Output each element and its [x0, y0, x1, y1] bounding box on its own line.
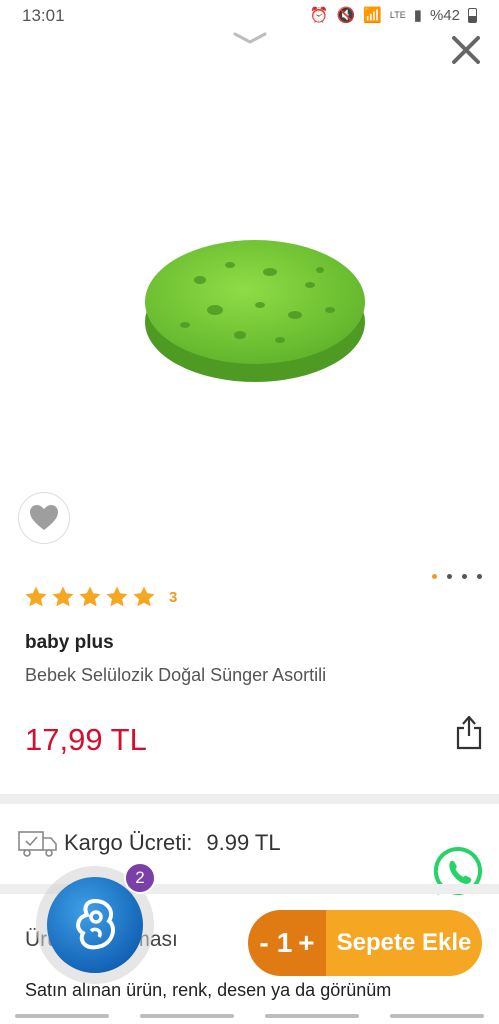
section-divider [0, 794, 499, 804]
description-text: Satın alınan ürün, renk, desen ya da gör… [25, 980, 392, 1000]
quantity-minus-button[interactable]: - [259, 927, 268, 959]
bottom-nav-hint [0, 1008, 499, 1024]
network-label: LTE [389, 10, 406, 20]
add-to-cart-button[interactable]: Sepete Ekle [326, 910, 482, 976]
notification-badge: 2 [124, 862, 156, 894]
mute-icon: 🔇 [336, 7, 356, 24]
nav-bar-segment [15, 1014, 110, 1018]
alarm-icon: ⏰ [309, 7, 329, 24]
heart-icon [30, 505, 58, 530]
cargo-value: 9.99 TL [206, 830, 281, 855]
truck-icon [18, 831, 57, 857]
cart-bar: - 1 + Sepete Ekle [248, 910, 482, 976]
star-icon [79, 586, 101, 607]
product-image [145, 240, 365, 382]
star-icon [52, 586, 74, 607]
gallery-dot[interactable] [462, 574, 467, 579]
wifi-icon: 📶 [363, 7, 382, 24]
status-icons: ⏰ 🔇 📶 LTE ▮ %42 [310, 6, 477, 24]
battery-label: %42 [429, 6, 460, 24]
quantity-value: 1 [276, 927, 293, 958]
assistant-logo [47, 877, 143, 973]
product-brand[interactable]: baby plus [25, 632, 114, 654]
product-title: Bebek Selülozik Doğal Sünger Asortili [25, 665, 327, 685]
status-time: 13:01 [22, 6, 65, 25]
close-icon[interactable] [448, 32, 484, 68]
gallery-dot[interactable] [477, 574, 482, 579]
gallery-dot[interactable] [447, 574, 452, 579]
cargo-info: Kargo Ücreti: 9.99 TL [18, 828, 281, 858]
product-price: 17,99 TL [25, 722, 147, 757]
gallery-dot[interactable] [432, 574, 437, 579]
nav-bar-segment [389, 1014, 484, 1018]
quantity-stepper: - 1 + [248, 910, 326, 976]
nav-bar-segment [264, 1014, 359, 1018]
logo-icon [76, 898, 115, 950]
gallery-dots [432, 574, 482, 579]
rating-count: 3 [169, 588, 178, 606]
favorite-button[interactable] [18, 492, 70, 544]
cargo-label: Kargo Ücreti: [64, 830, 193, 855]
star-icon [133, 586, 155, 607]
status-bar: 13:01 ⏰ 🔇 📶 LTE ▮ %42 [0, 0, 499, 32]
nav-bar-segment [140, 1014, 235, 1018]
quantity-plus-button[interactable]: + [298, 927, 314, 959]
signal-icon: ▮ [413, 7, 422, 24]
chevron-down-icon[interactable] [232, 30, 268, 46]
battery-icon [468, 7, 477, 23]
rating[interactable]: 3 [24, 585, 177, 609]
star-icon [106, 586, 128, 607]
share-icon[interactable] [454, 714, 484, 750]
star-icon [25, 586, 47, 607]
